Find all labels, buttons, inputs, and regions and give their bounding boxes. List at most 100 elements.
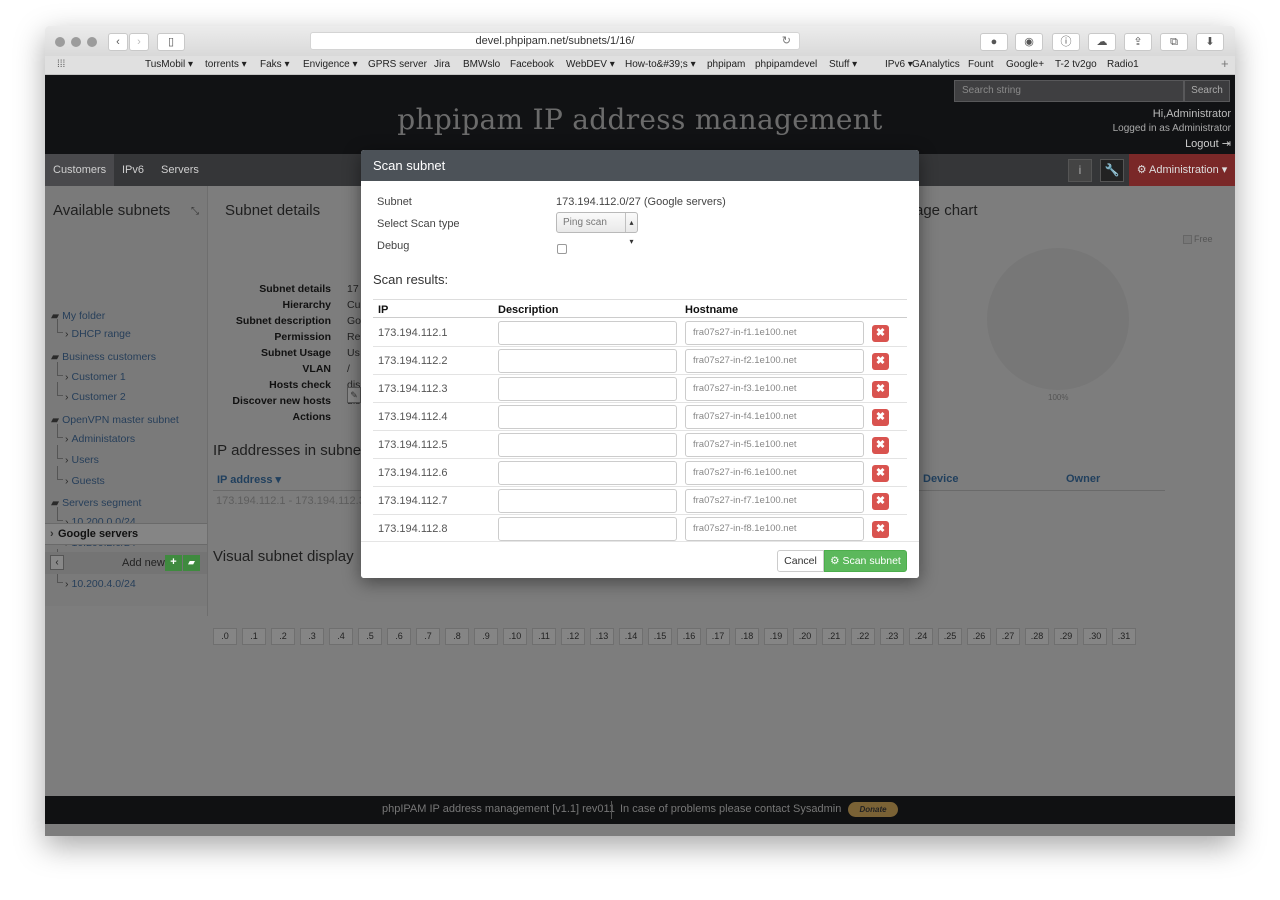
description-input[interactable] (498, 489, 677, 513)
bookmark-item[interactable]: BMWslo (463, 59, 500, 70)
nav-item-ipv6[interactable]: IPv6 (114, 154, 152, 186)
subnet-cell[interactable]: .9 (474, 628, 498, 645)
cloud-icon[interactable]: ☁ (1088, 33, 1116, 51)
remove-row-button[interactable]: ✖ (872, 353, 889, 370)
hostname-input[interactable]: fra07s27-in-f2.1e100.net (685, 349, 864, 373)
subnet-cell[interactable]: .29 (1054, 628, 1078, 645)
folder-item[interactable]: ▰ OpenVPN master subnet (51, 414, 179, 426)
bookmark-item[interactable]: GAnalytics (912, 59, 960, 70)
remove-row-button[interactable]: ✖ (872, 465, 889, 482)
nav-item-servers[interactable]: Servers (153, 154, 207, 186)
bookmark-item[interactable]: T-2 tv2go (1055, 59, 1097, 70)
subnet-item[interactable]: › Administators (57, 424, 135, 445)
hostname-input[interactable]: fra07s27-in-f4.1e100.net (685, 405, 864, 429)
subnet-cell[interactable]: .20 (793, 628, 817, 645)
subnet-cell[interactable]: .7 (416, 628, 440, 645)
debug-checkbox[interactable] (557, 244, 567, 254)
subnet-cell[interactable]: .27 (996, 628, 1020, 645)
remove-row-button[interactable]: ✖ (872, 493, 889, 510)
edit-subnet-icon[interactable]: ✎ (347, 387, 361, 403)
hostname-input[interactable]: fra07s27-in-f8.1e100.net (685, 517, 864, 541)
subnet-item[interactable]: › Guests (57, 466, 105, 487)
hostname-input[interactable]: fra07s27-in-f5.1e100.net (685, 433, 864, 457)
bookmark-item[interactable]: TusMobil ▾ (145, 59, 193, 70)
bookmark-item[interactable]: Jira (434, 59, 450, 70)
subnet-cell[interactable]: .5 (358, 628, 382, 645)
subnet-cell[interactable]: .0 (213, 628, 237, 645)
device-column-header[interactable]: Device (923, 473, 958, 485)
bookmark-item[interactable]: WebDEV ▾ (566, 59, 615, 70)
bookmark-item[interactable]: Envigence ▾ (303, 59, 358, 70)
extension-icon[interactable]: ● (980, 33, 1008, 51)
search-button[interactable]: Search (1184, 80, 1230, 102)
subnet-cell[interactable]: .15 (648, 628, 672, 645)
subnet-cell[interactable]: .1 (242, 628, 266, 645)
remove-row-button[interactable]: ✖ (872, 381, 889, 398)
description-input[interactable] (498, 461, 677, 485)
subnet-cell[interactable]: .11 (532, 628, 556, 645)
subnet-item[interactable]: › DHCP range (57, 319, 131, 340)
remove-row-button[interactable]: ✖ (872, 437, 889, 454)
back-icon[interactable]: ‹ (108, 33, 128, 51)
hostname-input[interactable]: fra07s27-in-f1.1e100.net (685, 321, 864, 345)
forward-icon[interactable]: › (129, 33, 149, 51)
zoom-window-dot[interactable] (87, 37, 97, 47)
bookmark-item[interactable]: GPRS server (368, 59, 427, 70)
remove-row-button[interactable]: ✖ (872, 521, 889, 538)
pin-icon[interactable]: ⤡ (191, 206, 199, 217)
tabs-icon[interactable]: ⧉ (1160, 33, 1188, 51)
subnet-cell[interactable]: .16 (677, 628, 701, 645)
subnet-cell[interactable]: .30 (1083, 628, 1107, 645)
sidebar-toggle-icon[interactable]: ▯ (157, 33, 185, 51)
description-input[interactable] (498, 405, 677, 429)
add-folder-button[interactable]: ▰ (183, 555, 200, 571)
search-input[interactable]: Search string (954, 80, 1184, 102)
address-bar[interactable]: devel.phpipam.net/subnets/1/16/ ↻ (310, 32, 800, 50)
reload-icon[interactable]: ↻ (782, 33, 791, 50)
close-window-dot[interactable] (55, 37, 65, 47)
download-icon[interactable]: ⬇ (1196, 33, 1224, 51)
subnet-cell[interactable]: .10 (503, 628, 527, 645)
hostname-input[interactable]: fra07s27-in-f3.1e100.net (685, 377, 864, 401)
subnet-cell[interactable]: .14 (619, 628, 643, 645)
subnet-cell[interactable]: .24 (909, 628, 933, 645)
bookmark-item[interactable]: Facebook (510, 59, 554, 70)
collapse-icon[interactable]: ‹ (50, 555, 64, 570)
subnet-cell[interactable]: .3 (300, 628, 324, 645)
subnet-item[interactable]: › Users (57, 445, 99, 466)
description-input[interactable] (498, 321, 677, 345)
hostname-input[interactable]: fra07s27-in-f6.1e100.net (685, 461, 864, 485)
folder-item[interactable]: ▰ Business customers (51, 351, 156, 363)
subnet-cell[interactable]: .26 (967, 628, 991, 645)
subnet-cell[interactable]: .4 (329, 628, 353, 645)
subnet-item[interactable]: › Customer 1 (57, 362, 126, 383)
scan-subnet-button[interactable]: ⚙ Scan subnet (824, 550, 907, 572)
hostname-input[interactable]: fra07s27-in-f7.1e100.net (685, 489, 864, 513)
bookmark-item[interactable]: Radio1 (1107, 59, 1139, 70)
ip-address-column-header[interactable]: IP address ▾ (217, 473, 281, 486)
scan-type-select[interactable]: Ping scan ▴ ▾ (556, 212, 638, 246)
bookmark-item[interactable]: How-to&#39;s ▾ (625, 59, 696, 70)
bookmark-item[interactable]: Fount (968, 59, 994, 70)
description-input[interactable] (498, 377, 677, 401)
subnet-cell[interactable]: .6 (387, 628, 411, 645)
share-icon[interactable]: ⇪ (1124, 33, 1152, 51)
subnet-cell[interactable]: .28 (1025, 628, 1049, 645)
subnet-cell[interactable]: .2 (271, 628, 295, 645)
subnet-cell[interactable]: .12 (561, 628, 585, 645)
logout-link[interactable]: Logout ⇥ (1185, 137, 1231, 150)
ghostery-icon[interactable]: ◉ (1015, 33, 1043, 51)
subnet-cell[interactable]: .19 (764, 628, 788, 645)
add-subnet-button[interactable]: + (165, 555, 182, 571)
subnet-item[interactable]: › Customer 2 (57, 382, 126, 403)
subnet-cell[interactable]: .18 (735, 628, 759, 645)
description-input[interactable] (498, 349, 677, 373)
bookmark-item[interactable]: Google+ (1006, 59, 1044, 70)
selected-subnet-google-servers[interactable]: › Google servers (45, 523, 207, 545)
apps-grid-icon[interactable]: ⁞⁞⁞ (57, 59, 65, 70)
wrench-icon[interactable]: 🔧 (1100, 159, 1124, 182)
subnet-cell[interactable]: .13 (590, 628, 614, 645)
bookmark-item[interactable]: phpipamdevel (755, 59, 817, 70)
bookmark-item[interactable]: Stuff ▾ (829, 59, 857, 70)
subnet-cell[interactable]: .31 (1112, 628, 1136, 645)
